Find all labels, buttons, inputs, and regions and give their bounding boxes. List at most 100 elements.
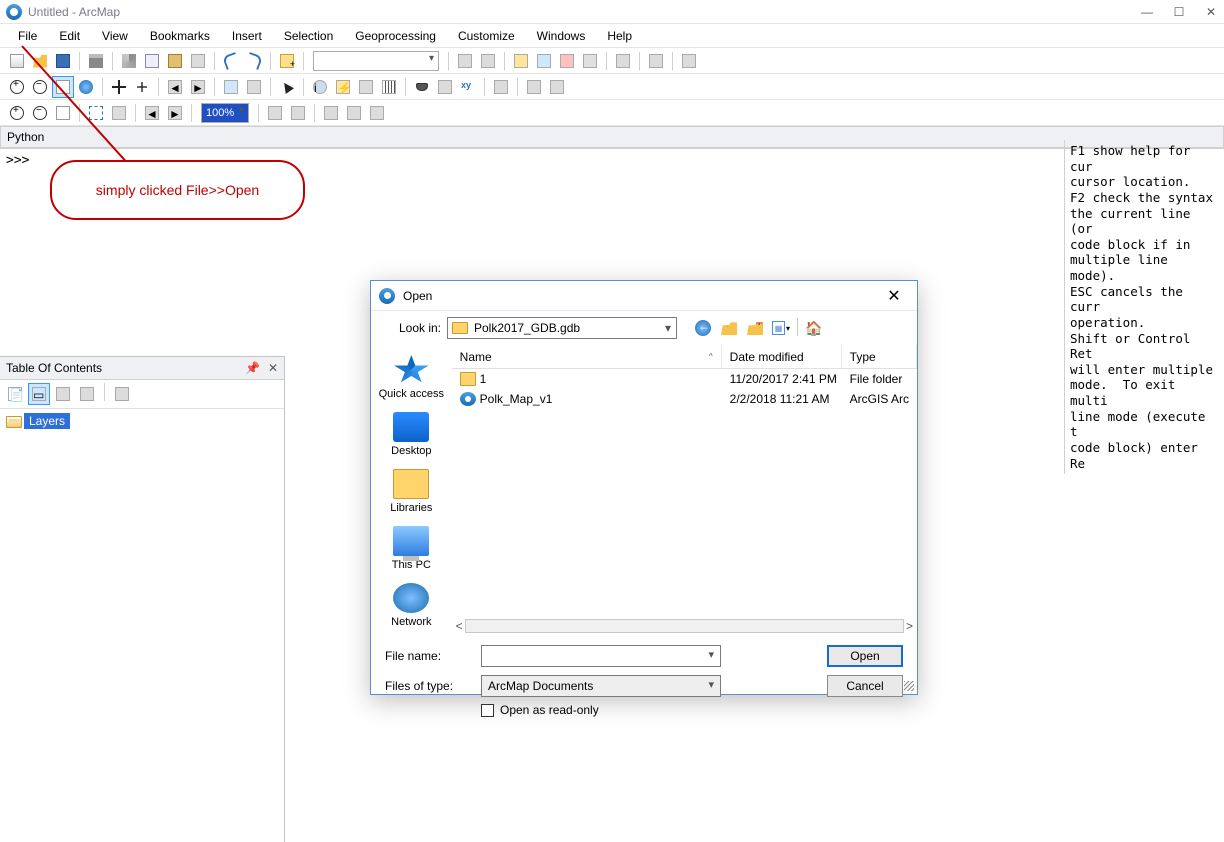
zoom-percent-input[interactable] bbox=[202, 104, 248, 122]
up-one-level-button[interactable]: ↑ bbox=[719, 318, 739, 338]
select-features-button[interactable] bbox=[220, 76, 242, 98]
full-extent-button[interactable] bbox=[75, 76, 97, 98]
fixed-zoom-out-button[interactable] bbox=[131, 76, 153, 98]
viewer-button[interactable] bbox=[546, 76, 568, 98]
python-button[interactable] bbox=[579, 50, 601, 72]
cut-button[interactable] bbox=[118, 50, 140, 72]
toc-tree[interactable]: Layers bbox=[0, 409, 284, 433]
html-popup-button[interactable] bbox=[355, 76, 377, 98]
list-by-selection-button[interactable] bbox=[76, 383, 98, 405]
checkbox-icon[interactable] bbox=[481, 704, 494, 717]
toolbar-btn[interactable] bbox=[477, 50, 499, 72]
new-button[interactable] bbox=[6, 50, 28, 72]
measure-button[interactable] bbox=[378, 76, 400, 98]
view-menu-button[interactable]: ▦▾ bbox=[771, 318, 791, 338]
cancel-button[interactable]: Cancel bbox=[827, 675, 903, 697]
create-viewer-button[interactable] bbox=[523, 76, 545, 98]
close-button[interactable]: ✕ bbox=[1204, 5, 1218, 19]
open-button[interactable]: Open bbox=[827, 645, 903, 667]
scroll-track[interactable] bbox=[465, 619, 904, 633]
toolbar-btn[interactable] bbox=[612, 50, 634, 72]
select-elements-button[interactable] bbox=[276, 76, 298, 98]
file-rows[interactable]: 111/20/2017 2:41 PMFile folderPolk_Map_v… bbox=[452, 369, 917, 617]
menu-bookmarks[interactable]: Bookmarks bbox=[140, 26, 220, 46]
menu-selection[interactable]: Selection bbox=[274, 26, 343, 46]
place-quickaccess[interactable]: Quick access bbox=[373, 351, 450, 404]
file-name-combo[interactable] bbox=[481, 645, 721, 667]
home-button[interactable]: 🏠 bbox=[804, 318, 824, 338]
col-type[interactable]: Type bbox=[842, 345, 917, 368]
toolbar-btn[interactable] bbox=[678, 50, 700, 72]
list-by-visibility-button[interactable] bbox=[52, 383, 74, 405]
time-slider-button[interactable] bbox=[490, 76, 512, 98]
pan-button[interactable] bbox=[52, 76, 74, 98]
identify-button[interactable]: i bbox=[309, 76, 331, 98]
place-network[interactable]: Network bbox=[373, 579, 450, 632]
zoom-whole-page-button[interactable] bbox=[85, 102, 107, 124]
redo-button[interactable] bbox=[243, 50, 265, 72]
add-data-button[interactable]: + bbox=[276, 50, 298, 72]
hyperlink-button[interactable]: ⚡ bbox=[332, 76, 354, 98]
menu-windows[interactable]: Windows bbox=[527, 26, 596, 46]
horizontal-scrollbar[interactable]: < > bbox=[452, 617, 917, 635]
catalog-button[interactable] bbox=[510, 50, 532, 72]
close-icon[interactable]: ✕ bbox=[268, 361, 278, 375]
find-route-button[interactable] bbox=[434, 76, 456, 98]
place-desktop[interactable]: Desktop bbox=[373, 408, 450, 461]
prev-extent-button[interactable]: ◄ bbox=[164, 76, 186, 98]
editor-toolbar-button[interactable] bbox=[454, 50, 476, 72]
layout-pan-button[interactable] bbox=[52, 102, 74, 124]
arc-toolbox-button[interactable] bbox=[556, 50, 578, 72]
find-button[interactable] bbox=[411, 76, 433, 98]
zoom-in-button[interactable] bbox=[6, 76, 28, 98]
files-of-type-combo[interactable]: ArcMap Documents bbox=[481, 675, 721, 697]
save-button[interactable] bbox=[52, 50, 74, 72]
page-setup-button[interactable] bbox=[366, 102, 388, 124]
clear-selection-button[interactable] bbox=[243, 76, 265, 98]
menu-file[interactable]: File bbox=[8, 26, 47, 46]
list-by-drawing-order-button[interactable]: 📄 bbox=[4, 383, 26, 405]
layout-next-button[interactable]: ► bbox=[164, 102, 186, 124]
zoom-100-button[interactable] bbox=[108, 102, 130, 124]
map-scale-combo[interactable] bbox=[313, 51, 439, 71]
dialog-close-button[interactable]: ✕ bbox=[879, 286, 909, 306]
copy-button[interactable] bbox=[141, 50, 163, 72]
next-extent-button[interactable]: ► bbox=[187, 76, 209, 98]
focus-data-frame-button[interactable] bbox=[287, 102, 309, 124]
maximize-button[interactable]: ☐ bbox=[1172, 5, 1186, 19]
file-row[interactable]: 111/20/2017 2:41 PMFile folder bbox=[452, 369, 917, 389]
zoom-percent-combo[interactable] bbox=[201, 103, 249, 123]
data-driven-pages-button[interactable] bbox=[343, 102, 365, 124]
menu-geoprocessing[interactable]: Geoprocessing bbox=[345, 26, 446, 46]
pin-icon[interactable]: 📌 bbox=[245, 361, 260, 375]
options-button[interactable] bbox=[111, 383, 133, 405]
col-name[interactable]: Name^ bbox=[452, 345, 722, 368]
open-readonly-checkbox[interactable]: Open as read-only bbox=[481, 703, 903, 717]
minimize-button[interactable]: — bbox=[1140, 5, 1154, 19]
search-button[interactable] bbox=[533, 50, 555, 72]
layout-zoom-out-button[interactable] bbox=[29, 102, 51, 124]
print-button[interactable] bbox=[85, 50, 107, 72]
file-row[interactable]: Polk_Map_v12/2/2018 11:21 AMArcGIS Arc bbox=[452, 389, 917, 409]
back-button[interactable]: ← bbox=[693, 318, 713, 338]
place-thispc[interactable]: This PC bbox=[373, 522, 450, 575]
paste-button[interactable] bbox=[164, 50, 186, 72]
go-to-xy-button[interactable]: xy bbox=[457, 76, 479, 98]
menu-customize[interactable]: Customize bbox=[448, 26, 525, 46]
place-libraries[interactable]: Libraries bbox=[373, 465, 450, 518]
zoom-out-button[interactable] bbox=[29, 76, 51, 98]
open-button[interactable] bbox=[29, 50, 51, 72]
resize-grip-icon[interactable] bbox=[904, 681, 914, 691]
menu-edit[interactable]: Edit bbox=[49, 26, 90, 46]
fixed-zoom-in-button[interactable] bbox=[108, 76, 130, 98]
map-scale-input[interactable] bbox=[314, 52, 438, 70]
menu-view[interactable]: View bbox=[92, 26, 138, 46]
list-by-source-button[interactable]: ▭ bbox=[28, 383, 50, 405]
scroll-left-icon[interactable]: < bbox=[456, 619, 463, 633]
undo-button[interactable] bbox=[220, 50, 242, 72]
change-layout-button[interactable] bbox=[320, 102, 342, 124]
file-name-input[interactable] bbox=[482, 646, 720, 666]
layout-zoom-in-button[interactable] bbox=[6, 102, 28, 124]
new-folder-button[interactable]: ✱ bbox=[745, 318, 765, 338]
col-date[interactable]: Date modified bbox=[722, 345, 842, 368]
